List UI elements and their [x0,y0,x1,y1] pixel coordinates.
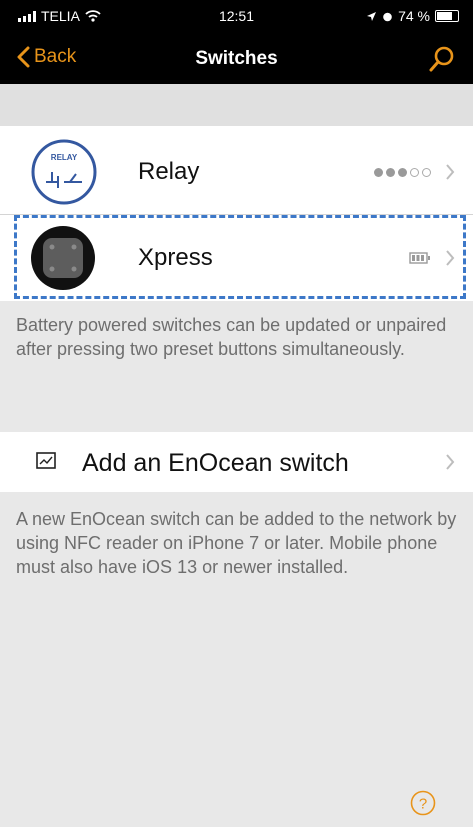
chevron-right-icon [446,250,455,266]
switch-row-relay[interactable]: RELAY Relay [0,126,473,218]
section-spacer [0,84,473,126]
switch-name: Relay [138,158,200,185]
xpress-switch-icon [31,226,95,290]
battery-percent: 74 % [398,8,430,24]
location-icon [367,11,377,21]
battery-icon [409,252,430,264]
add-enocean-switch-row[interactable]: Add an EnOcean switch [0,432,473,492]
status-bar: TELIA 12:51 74 % [0,0,473,34]
add-switch-note: A new EnOcean switch can be added to the… [16,509,457,577]
status-battery-icon [435,10,459,22]
switch-name: Xpress [138,244,213,271]
nfc-tag-icon [36,452,56,469]
battery-switch-note: Battery powered switches can be updated … [16,315,447,359]
add-switch-label: Add an EnOcean switch [82,449,349,477]
alarm-icon [383,12,392,21]
search-icon[interactable] [427,44,457,74]
status-right-group: 74 % [366,8,459,24]
chevron-right-icon [446,454,455,470]
relay-icon: RELAY [31,139,97,205]
svg-text:?: ? [419,796,427,813]
svg-text:RELAY: RELAY [51,153,78,162]
page-title: Switches [195,48,278,69]
help-icon[interactable]: ? [410,790,436,816]
signal-dots-icon [374,167,431,177]
switch-row-xpress[interactable]: Xpress [0,215,473,301]
chevron-right-icon [446,164,455,180]
navigation-bar: Back Switches [0,34,473,84]
